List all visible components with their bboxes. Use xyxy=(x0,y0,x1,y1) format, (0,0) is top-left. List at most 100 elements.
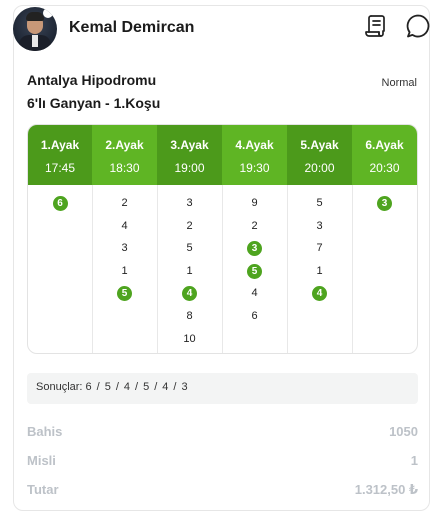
avatar-highlight xyxy=(43,8,53,18)
horse-number: 5 xyxy=(316,197,323,209)
horse-number: 1 xyxy=(316,264,323,277)
leg-column: 4.Ayak 19:30 9 2 3 5 4 6 xyxy=(222,125,288,353)
horse-number: 4 xyxy=(251,287,258,300)
horse-row: 5 xyxy=(287,196,352,219)
leg-time: 20:00 xyxy=(304,161,335,175)
winning-horse-number: 3 xyxy=(247,241,262,257)
horse-number: 3 xyxy=(316,219,323,232)
leg-header: 4.Ayak 19:30 xyxy=(222,125,287,185)
winning-horse-number: 4 xyxy=(312,286,327,302)
horse-number: 9 xyxy=(251,197,258,209)
horse-row: 3 xyxy=(92,241,157,264)
legs-table: 1.Ayak 17:45 6 2.Ayak 18:30 2 4 3 1 5 3.Ayak 19:00 3… xyxy=(27,124,418,354)
horse-row: 2 xyxy=(92,196,157,219)
horse-row: 3 xyxy=(157,196,222,219)
leg-header: 5.Ayak 20:00 xyxy=(287,125,352,185)
horse-list: 3 2 5 1 4 8 10 xyxy=(157,185,222,353)
leg-time: 19:00 xyxy=(174,161,205,175)
results-separator: / xyxy=(135,381,139,393)
horse-number: 2 xyxy=(121,197,128,209)
horse-row: 2 xyxy=(157,219,222,242)
leg-time: 20:30 xyxy=(369,161,400,175)
horse-row: 10 xyxy=(157,332,222,353)
result-value: 6 xyxy=(85,381,92,393)
horse-number: 5 xyxy=(186,242,193,255)
horse-row: 3 xyxy=(352,196,417,219)
leg-time: 17:45 xyxy=(44,161,76,175)
avatar-hair xyxy=(26,12,44,21)
horse-row: 4 xyxy=(92,219,157,242)
result-value: 3 xyxy=(181,381,188,393)
results-separator: / xyxy=(173,381,177,393)
horse-number: 3 xyxy=(186,197,193,209)
bahis-value: 1050 xyxy=(389,424,418,439)
result-value: 4 xyxy=(162,381,169,393)
track-name: Antalya Hipodromu xyxy=(27,72,157,88)
horse-row: 5 xyxy=(222,263,287,287)
tutar-value: 1.312,50 ₺ xyxy=(354,482,418,497)
leg-header: 6.Ayak 20:30 xyxy=(352,125,417,185)
leg-column: 5.Ayak 20:00 5 3 7 1 4 xyxy=(287,125,353,353)
horse-list: 9 2 3 5 4 6 xyxy=(222,185,287,332)
leg-column: 1.Ayak 17:45 6 xyxy=(28,125,93,353)
horse-list: 6 xyxy=(28,185,92,219)
leg-name: 6.Ayak xyxy=(365,138,404,152)
horse-number: 7 xyxy=(316,242,323,255)
results-bar: Sonuçlar: 6 / 5 / 4 / 5 / 4 / 3 xyxy=(27,373,418,404)
winning-horse-number: 3 xyxy=(377,196,392,211)
result-value: 4 xyxy=(123,381,131,393)
horse-number: 1 xyxy=(186,264,193,277)
horse-number: 2 xyxy=(251,219,258,232)
leg-time: 18:30 xyxy=(109,161,140,175)
horse-row: 6 xyxy=(222,309,287,332)
leg-time: 19:30 xyxy=(239,161,270,175)
result-value: 5 xyxy=(143,381,150,393)
coupon-header: Kemal Demircan xyxy=(13,7,431,51)
horse-row: 4 xyxy=(222,286,287,309)
tutar-label: Tutar xyxy=(27,482,59,497)
tutar-row: Tutar 1.312,50 ₺ xyxy=(27,482,418,502)
results-separator: / xyxy=(96,381,100,393)
bahis-label: Bahis xyxy=(27,424,63,439)
chat-bubble-icon[interactable] xyxy=(405,13,431,39)
horse-row: 2 xyxy=(222,219,287,242)
horse-list: 5 3 7 1 4 xyxy=(287,185,352,309)
avatar[interactable] xyxy=(13,7,57,51)
bahis-row: Bahis 1050 xyxy=(27,424,418,444)
horse-number: 8 xyxy=(186,309,193,322)
avatar-shirt xyxy=(32,35,38,47)
leg-name: 2.Ayak xyxy=(105,138,144,152)
winning-horse-number: 5 xyxy=(117,286,132,302)
results-label: Sonuçlar: xyxy=(36,381,83,393)
leg-column: 6.Ayak 20:30 3 xyxy=(352,125,417,353)
leg-column: 3.Ayak 19:00 3 2 5 1 4 8 10 xyxy=(157,125,223,353)
bet-type: Normal xyxy=(381,77,417,89)
results-separator: / xyxy=(154,381,158,393)
results-separator: / xyxy=(115,381,119,393)
misli-label: Misli xyxy=(27,453,56,468)
horse-row: 7 xyxy=(287,241,352,264)
user-name[interactable]: Kemal Demircan xyxy=(69,19,194,37)
horse-number: 1 xyxy=(121,264,128,277)
race-title: 6'lı Ganyan - 1.Koşu xyxy=(27,95,161,111)
horse-row: 5 xyxy=(157,241,222,264)
horse-number: 4 xyxy=(121,219,128,232)
misli-row: Misli 1 xyxy=(27,453,418,473)
horse-row: 1 xyxy=(92,264,157,287)
leg-name: 1.Ayak xyxy=(40,138,80,152)
horse-row: 3 xyxy=(287,219,352,242)
horse-number: 2 xyxy=(186,219,193,232)
horse-row: 5 xyxy=(92,286,157,309)
horse-row: 8 xyxy=(157,309,222,332)
horse-row: 6 xyxy=(28,196,92,219)
leg-column: 2.Ayak 18:30 2 4 3 1 5 xyxy=(92,125,158,353)
horse-row: 4 xyxy=(157,286,222,309)
receipt-icon[interactable] xyxy=(363,13,389,39)
winning-horse-number: 6 xyxy=(52,196,68,211)
leg-name: 4.Ayak xyxy=(235,138,274,152)
horse-row: 3 xyxy=(222,241,287,264)
leg-header: 3.Ayak 19:00 xyxy=(157,125,222,185)
horse-number: 10 xyxy=(183,332,196,345)
horse-number: 3 xyxy=(121,242,128,255)
winning-horse-number: 4 xyxy=(182,286,197,302)
